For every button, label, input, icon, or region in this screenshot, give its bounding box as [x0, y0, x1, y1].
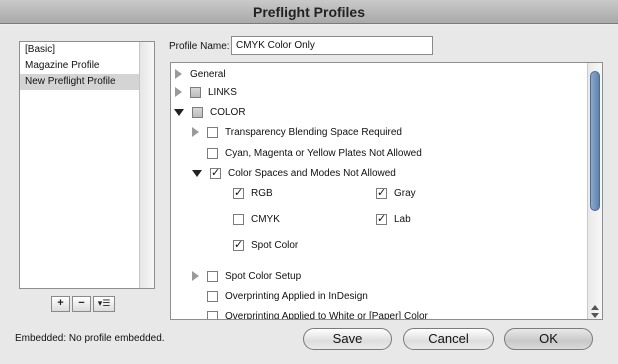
option-rgb[interactable]: ✓ RGB	[233, 185, 273, 201]
scroll-down-arrow-icon[interactable]	[591, 313, 599, 318]
spot-setup-checkbox[interactable]	[207, 270, 218, 282]
tree-row-overprinting-indesign[interactable]: Overprinting Applied in InDesign	[192, 288, 368, 304]
profile-item-magazine[interactable]: Magazine Profile	[20, 58, 154, 74]
window-title: Preflight Profiles	[0, 0, 618, 24]
tree-label-color: COLOR	[210, 106, 246, 118]
profile-name-label: Profile Name:	[169, 41, 230, 52]
cmyk-checkbox[interactable]	[233, 213, 244, 225]
expand-triangle-icon[interactable]	[192, 127, 199, 137]
profile-item-basic[interactable]: [Basic]	[20, 42, 154, 58]
profile-menu-button[interactable]: ▾☰	[93, 296, 115, 312]
tree-row-color[interactable]: COLOR	[174, 104, 246, 120]
collapse-triangle-icon[interactable]	[192, 169, 202, 177]
tree-row-links[interactable]: LINKS	[175, 84, 237, 100]
embedded-status: Embedded: No profile embedded.	[15, 333, 165, 344]
gray-label: Gray	[394, 187, 416, 199]
tree-row-color-spaces[interactable]: ✓ Color Spaces and Modes Not Allowed	[192, 165, 396, 181]
profile-list[interactable]: [Basic] Magazine Profile New Preflight P…	[19, 41, 155, 289]
expand-triangle-icon[interactable]	[175, 87, 182, 97]
color-spaces-checkbox[interactable]: ✓	[210, 167, 221, 179]
tree-label-general: General	[190, 68, 226, 80]
scroll-up-arrow-icon[interactable]	[591, 305, 599, 310]
tree-row-spot-setup[interactable]: Spot Color Setup	[192, 268, 301, 284]
option-spot-color[interactable]: ✓ Spot Color	[233, 237, 298, 253]
links-checkbox[interactable]	[190, 86, 201, 98]
rgb-checkbox[interactable]: ✓	[233, 187, 244, 199]
remove-profile-button[interactable]: −	[72, 296, 91, 312]
spot-color-checkbox[interactable]: ✓	[233, 239, 244, 251]
gray-checkbox[interactable]: ✓	[376, 187, 387, 199]
collapse-triangle-icon[interactable]	[174, 108, 184, 116]
tree-row-general[interactable]: General	[175, 66, 226, 82]
lab-label: Lab	[394, 213, 411, 225]
tree-label-spot-setup: Spot Color Setup	[225, 270, 302, 282]
overprinting-indesign-checkbox[interactable]	[207, 290, 218, 302]
profile-list-buttons: + − ▾☰	[51, 296, 117, 312]
tree-scrollbar[interactable]	[587, 63, 602, 319]
expand-triangle-icon[interactable]	[175, 69, 182, 79]
tree-label-transparency: Transparency Blending Space Required	[225, 126, 402, 138]
tree-label-overprinting-white: Overprinting Applied to White or [Paper]…	[225, 310, 428, 320]
add-profile-button[interactable]: +	[51, 296, 70, 312]
color-checkbox[interactable]	[192, 106, 203, 118]
spot-color-label: Spot Color	[251, 239, 299, 251]
tree-label-cmy-plates: Cyan, Magenta or Yellow Plates Not Allow…	[225, 147, 422, 159]
tree-scroll-thumb[interactable]	[590, 71, 600, 211]
ok-button[interactable]: OK	[504, 328, 593, 350]
profile-name-input[interactable]: CMYK Color Only	[231, 36, 433, 55]
tree-label-overprinting-indesign: Overprinting Applied in InDesign	[225, 290, 368, 302]
rules-tree[interactable]: General LINKS COLOR Transparency Blendin…	[170, 62, 603, 320]
tree-label-links: LINKS	[208, 86, 237, 98]
expand-triangle-icon[interactable]	[192, 271, 199, 281]
profile-item-new-preflight[interactable]: New Preflight Profile	[20, 74, 154, 90]
save-button[interactable]: Save	[303, 328, 392, 350]
rgb-label: RGB	[251, 187, 273, 199]
option-gray[interactable]: ✓ Gray	[376, 185, 416, 201]
option-lab[interactable]: ✓ Lab	[376, 211, 411, 227]
option-cmyk[interactable]: CMYK	[233, 211, 280, 227]
tree-row-overprinting-white[interactable]: Overprinting Applied to White or [Paper]…	[192, 308, 428, 320]
tree-row-cmy-plates[interactable]: Cyan, Magenta or Yellow Plates Not Allow…	[192, 145, 422, 161]
profile-list-scrollbar[interactable]	[139, 42, 154, 288]
transparency-checkbox[interactable]	[207, 126, 218, 138]
overprinting-white-checkbox[interactable]	[207, 310, 218, 319]
tree-label-color-spaces: Color Spaces and Modes Not Allowed	[228, 167, 396, 179]
lab-checkbox[interactable]: ✓	[376, 213, 387, 225]
tree-row-transparency[interactable]: Transparency Blending Space Required	[192, 124, 402, 140]
cmy-plates-checkbox[interactable]	[207, 147, 218, 159]
cmyk-label: CMYK	[251, 213, 280, 225]
cancel-button[interactable]: Cancel	[403, 328, 494, 350]
